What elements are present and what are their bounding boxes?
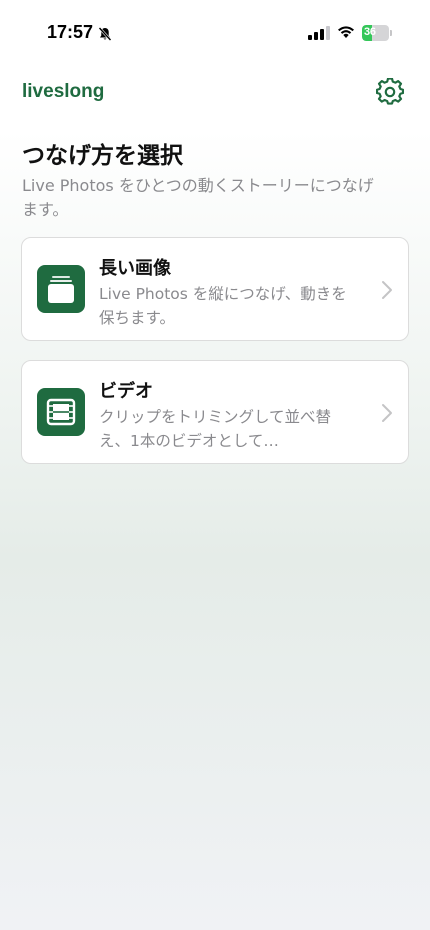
chevron-right-icon [382, 281, 392, 299]
option-title: 長い画像 [99, 258, 171, 279]
stacked-photos-icon [37, 265, 85, 313]
bell-slash-icon [98, 27, 112, 41]
battery-icon: 36 [362, 25, 392, 41]
option-description: クリップをトリミングして並べ替え、1本のビデオとして… [99, 408, 332, 450]
chevron-right-icon [382, 404, 392, 422]
option-title: ビデオ [99, 381, 153, 402]
settings-button[interactable] [375, 77, 405, 106]
option-description: Live Photos を縦につなげ、動きを保ちます。 [99, 285, 347, 327]
status-time: 17:57 [47, 22, 94, 42]
status-bar: 17:57 36 [0, 0, 430, 60]
cellular-signal-icon [308, 26, 330, 40]
gear-icon [375, 77, 405, 105]
app-title: liveslong [22, 81, 105, 102]
page-subtitle: Live Photos をひとつの動くストーリーにつなげます。 [22, 176, 374, 219]
wifi-icon [338, 26, 354, 38]
battery-label: 36 [364, 26, 376, 38]
option-long-image[interactable]: 長い画像 Live Photos を縦につなげ、動きを保ちます。 [21, 237, 409, 341]
option-video[interactable]: ビデオ クリップをトリミングして並べ替え、1本のビデオとして… [21, 360, 409, 464]
page-title: つなげ方を選択 [22, 143, 183, 169]
film-icon [37, 388, 85, 436]
